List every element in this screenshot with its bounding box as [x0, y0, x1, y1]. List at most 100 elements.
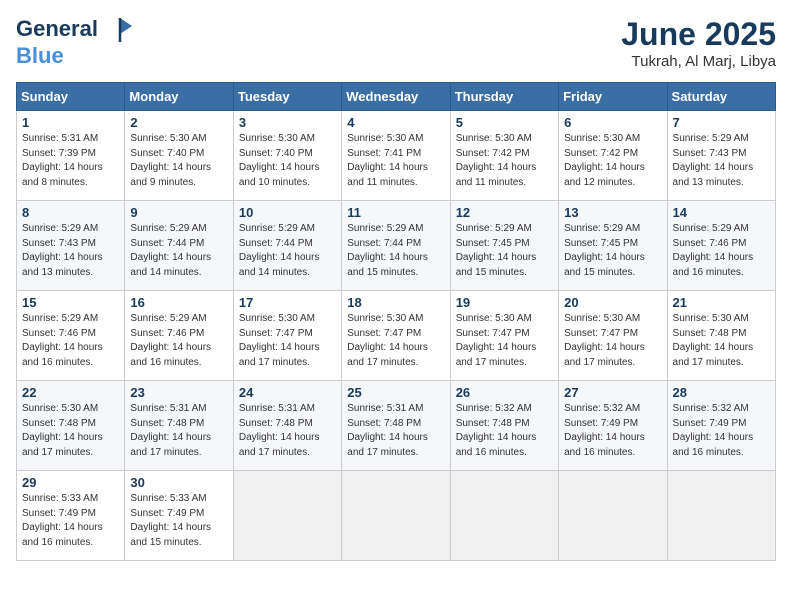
title-block: June 2025 Tukrah, Al Marj, Libya — [621, 16, 776, 70]
calendar-week-2: 8 Sunrise: 5:29 AM Sunset: 7:43 PM Dayli… — [17, 201, 776, 291]
calendar-cell: 11 Sunrise: 5:29 AM Sunset: 7:44 PM Dayl… — [342, 201, 450, 291]
day-info: Sunrise: 5:29 AM Sunset: 7:44 PM Dayligh… — [347, 222, 444, 280]
day-number: 10 — [239, 205, 336, 220]
day-number: 14 — [673, 205, 770, 220]
day-info: Sunrise: 5:32 AM Sunset: 7:49 PM Dayligh… — [564, 402, 661, 460]
calendar-cell: 18 Sunrise: 5:30 AM Sunset: 7:47 PM Dayl… — [342, 291, 450, 381]
day-number: 21 — [673, 295, 770, 310]
day-number: 13 — [564, 205, 661, 220]
day-number: 26 — [456, 385, 553, 400]
month-title: June 2025 — [621, 16, 776, 53]
calendar-header-tuesday: Tuesday — [233, 83, 341, 111]
calendar-cell — [342, 471, 450, 561]
day-info: Sunrise: 5:29 AM Sunset: 7:44 PM Dayligh… — [130, 222, 227, 280]
calendar-table: SundayMondayTuesdayWednesdayThursdayFrid… — [16, 82, 776, 561]
calendar-cell — [450, 471, 558, 561]
day-info: Sunrise: 5:30 AM Sunset: 7:48 PM Dayligh… — [22, 402, 119, 460]
calendar-header-monday: Monday — [125, 83, 233, 111]
calendar-cell: 9 Sunrise: 5:29 AM Sunset: 7:44 PM Dayli… — [125, 201, 233, 291]
calendar-cell: 1 Sunrise: 5:31 AM Sunset: 7:39 PM Dayli… — [17, 111, 125, 201]
day-number: 9 — [130, 205, 227, 220]
calendar-cell: 19 Sunrise: 5:30 AM Sunset: 7:47 PM Dayl… — [450, 291, 558, 381]
day-number: 8 — [22, 205, 119, 220]
page-header: General Blue June 2025 Tukrah, Al Marj, … — [16, 16, 776, 70]
day-number: 27 — [564, 385, 661, 400]
location: Tukrah, Al Marj, Libya — [621, 53, 776, 70]
day-number: 25 — [347, 385, 444, 400]
calendar-cell: 5 Sunrise: 5:30 AM Sunset: 7:42 PM Dayli… — [450, 111, 558, 201]
day-info: Sunrise: 5:31 AM Sunset: 7:48 PM Dayligh… — [130, 402, 227, 460]
calendar-cell: 27 Sunrise: 5:32 AM Sunset: 7:49 PM Dayl… — [559, 381, 667, 471]
day-number: 30 — [130, 475, 227, 490]
day-number: 19 — [456, 295, 553, 310]
day-number: 3 — [239, 115, 336, 130]
calendar-cell: 20 Sunrise: 5:30 AM Sunset: 7:47 PM Dayl… — [559, 291, 667, 381]
calendar-header-thursday: Thursday — [450, 83, 558, 111]
day-info: Sunrise: 5:31 AM Sunset: 7:48 PM Dayligh… — [347, 402, 444, 460]
calendar-cell: 15 Sunrise: 5:29 AM Sunset: 7:46 PM Dayl… — [17, 291, 125, 381]
calendar-cell: 14 Sunrise: 5:29 AM Sunset: 7:46 PM Dayl… — [667, 201, 775, 291]
calendar-cell: 13 Sunrise: 5:29 AM Sunset: 7:45 PM Dayl… — [559, 201, 667, 291]
day-info: Sunrise: 5:31 AM Sunset: 7:48 PM Dayligh… — [239, 402, 336, 460]
day-info: Sunrise: 5:30 AM Sunset: 7:42 PM Dayligh… — [564, 132, 661, 190]
day-info: Sunrise: 5:30 AM Sunset: 7:47 PM Dayligh… — [347, 312, 444, 370]
calendar-header-wednesday: Wednesday — [342, 83, 450, 111]
day-number: 23 — [130, 385, 227, 400]
day-info: Sunrise: 5:30 AM Sunset: 7:42 PM Dayligh… — [456, 132, 553, 190]
calendar-week-1: 1 Sunrise: 5:31 AM Sunset: 7:39 PM Dayli… — [17, 111, 776, 201]
calendar-cell — [233, 471, 341, 561]
day-info: Sunrise: 5:29 AM Sunset: 7:44 PM Dayligh… — [239, 222, 336, 280]
day-number: 1 — [22, 115, 119, 130]
calendar-cell: 8 Sunrise: 5:29 AM Sunset: 7:43 PM Dayli… — [17, 201, 125, 291]
calendar-week-5: 29 Sunrise: 5:33 AM Sunset: 7:49 PM Dayl… — [17, 471, 776, 561]
calendar-cell: 29 Sunrise: 5:33 AM Sunset: 7:49 PM Dayl… — [17, 471, 125, 561]
day-info: Sunrise: 5:30 AM Sunset: 7:40 PM Dayligh… — [130, 132, 227, 190]
day-number: 15 — [22, 295, 119, 310]
day-number: 4 — [347, 115, 444, 130]
calendar-cell: 25 Sunrise: 5:31 AM Sunset: 7:48 PM Dayl… — [342, 381, 450, 471]
calendar-cell — [559, 471, 667, 561]
day-info: Sunrise: 5:30 AM Sunset: 7:47 PM Dayligh… — [564, 312, 661, 370]
day-info: Sunrise: 5:29 AM Sunset: 7:43 PM Dayligh… — [22, 222, 119, 280]
calendar-cell: 12 Sunrise: 5:29 AM Sunset: 7:45 PM Dayl… — [450, 201, 558, 291]
day-number: 17 — [239, 295, 336, 310]
day-info: Sunrise: 5:33 AM Sunset: 7:49 PM Dayligh… — [130, 492, 227, 550]
day-info: Sunrise: 5:30 AM Sunset: 7:40 PM Dayligh… — [239, 132, 336, 190]
calendar-week-3: 15 Sunrise: 5:29 AM Sunset: 7:46 PM Dayl… — [17, 291, 776, 381]
calendar-cell: 26 Sunrise: 5:32 AM Sunset: 7:48 PM Dayl… — [450, 381, 558, 471]
calendar-week-4: 22 Sunrise: 5:30 AM Sunset: 7:48 PM Dayl… — [17, 381, 776, 471]
calendar-header-friday: Friday — [559, 83, 667, 111]
day-number: 22 — [22, 385, 119, 400]
calendar-header-sunday: Sunday — [17, 83, 125, 111]
day-info: Sunrise: 5:29 AM Sunset: 7:46 PM Dayligh… — [673, 222, 770, 280]
day-info: Sunrise: 5:29 AM Sunset: 7:43 PM Dayligh… — [673, 132, 770, 190]
calendar-cell: 30 Sunrise: 5:33 AM Sunset: 7:49 PM Dayl… — [125, 471, 233, 561]
day-info: Sunrise: 5:29 AM Sunset: 7:45 PM Dayligh… — [456, 222, 553, 280]
day-info: Sunrise: 5:29 AM Sunset: 7:46 PM Dayligh… — [130, 312, 227, 370]
calendar-cell: 16 Sunrise: 5:29 AM Sunset: 7:46 PM Dayl… — [125, 291, 233, 381]
calendar-cell: 23 Sunrise: 5:31 AM Sunset: 7:48 PM Dayl… — [125, 381, 233, 471]
calendar-header-saturday: Saturday — [667, 83, 775, 111]
day-info: Sunrise: 5:32 AM Sunset: 7:49 PM Dayligh… — [673, 402, 770, 460]
calendar-cell: 28 Sunrise: 5:32 AM Sunset: 7:49 PM Dayl… — [667, 381, 775, 471]
day-number: 24 — [239, 385, 336, 400]
calendar-body: 1 Sunrise: 5:31 AM Sunset: 7:39 PM Dayli… — [17, 111, 776, 561]
day-info: Sunrise: 5:30 AM Sunset: 7:41 PM Dayligh… — [347, 132, 444, 190]
day-number: 29 — [22, 475, 119, 490]
day-number: 5 — [456, 115, 553, 130]
calendar-cell: 24 Sunrise: 5:31 AM Sunset: 7:48 PM Dayl… — [233, 381, 341, 471]
logo: General Blue — [16, 16, 134, 68]
day-number: 16 — [130, 295, 227, 310]
calendar-cell — [667, 471, 775, 561]
calendar-cell: 3 Sunrise: 5:30 AM Sunset: 7:40 PM Dayli… — [233, 111, 341, 201]
day-info: Sunrise: 5:30 AM Sunset: 7:48 PM Dayligh… — [673, 312, 770, 370]
day-info: Sunrise: 5:30 AM Sunset: 7:47 PM Dayligh… — [456, 312, 553, 370]
day-info: Sunrise: 5:33 AM Sunset: 7:49 PM Dayligh… — [22, 492, 119, 550]
day-info: Sunrise: 5:32 AM Sunset: 7:48 PM Dayligh… — [456, 402, 553, 460]
day-number: 20 — [564, 295, 661, 310]
logo-text-general: General — [16, 16, 98, 41]
calendar-cell: 2 Sunrise: 5:30 AM Sunset: 7:40 PM Dayli… — [125, 111, 233, 201]
day-info: Sunrise: 5:29 AM Sunset: 7:45 PM Dayligh… — [564, 222, 661, 280]
calendar-cell: 21 Sunrise: 5:30 AM Sunset: 7:48 PM Dayl… — [667, 291, 775, 381]
day-info: Sunrise: 5:30 AM Sunset: 7:47 PM Dayligh… — [239, 312, 336, 370]
